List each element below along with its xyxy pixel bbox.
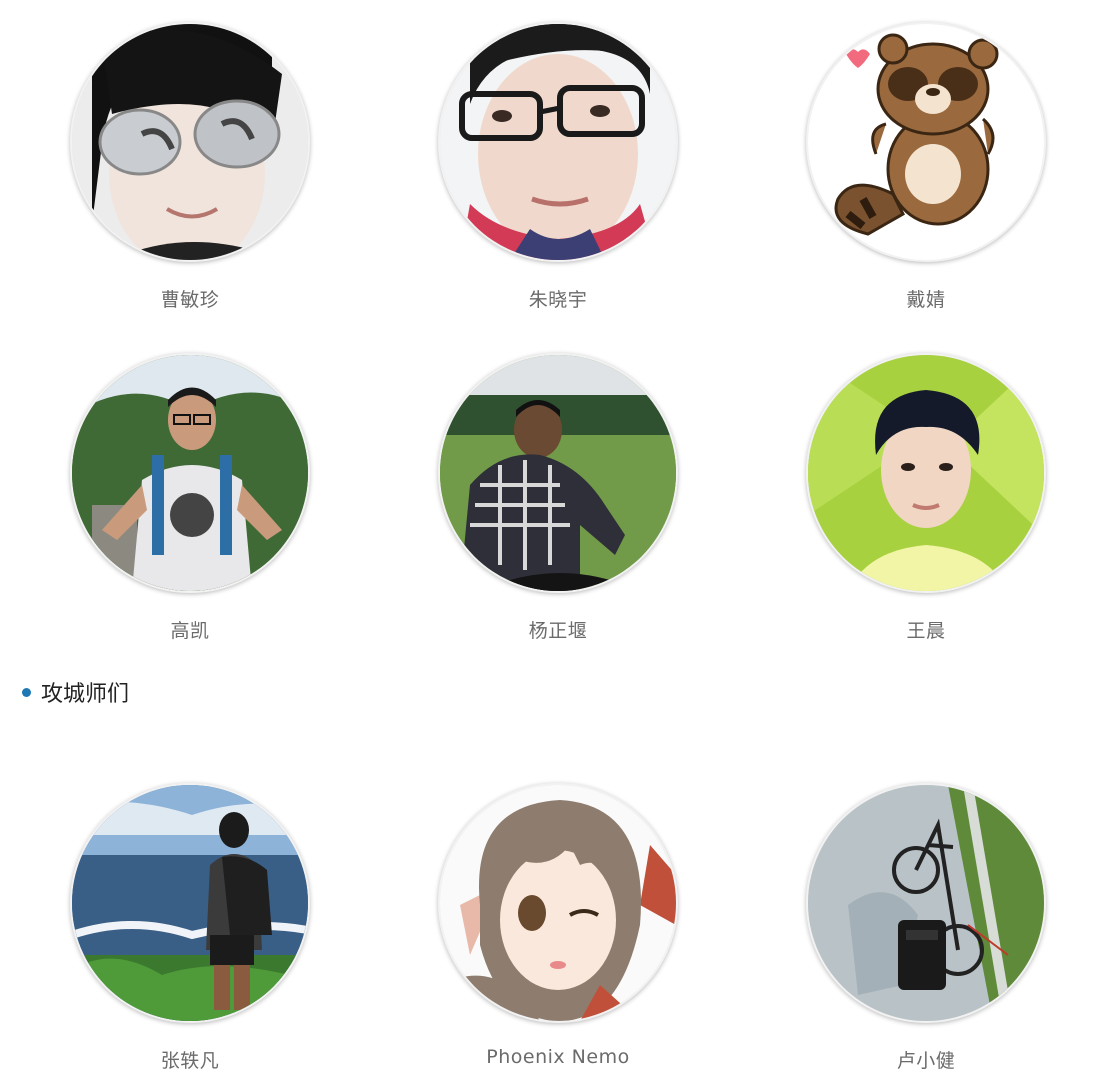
- avatar[interactable]: [70, 783, 310, 1023]
- member-name: 卢小健: [896, 1050, 956, 1072]
- member-card[interactable]: 杨正堰: [433, 353, 683, 643]
- avatar[interactable]: [806, 783, 1046, 1023]
- avatar[interactable]: [438, 353, 678, 593]
- boy-green-background-photo-icon: [808, 355, 1044, 591]
- boy-glasses-photo-icon: [440, 24, 676, 260]
- raccoon-cartoon-icon: [808, 24, 1044, 260]
- section-heading: 攻城师们: [22, 676, 129, 708]
- member-card[interactable]: 张轶凡: [65, 783, 315, 1073]
- member-card[interactable]: 卢小健: [801, 783, 1051, 1073]
- member-card[interactable]: Phoenix Nemo: [433, 783, 683, 1068]
- anime-girl-avatar-icon: [440, 785, 676, 1021]
- member-card[interactable]: 王晨: [801, 353, 1051, 643]
- member-card[interactable]: 曹敏珍: [65, 22, 315, 312]
- bicycle-road-photo-icon: [808, 785, 1044, 1021]
- member-name: 朱晓宇: [528, 289, 588, 311]
- bullet-icon: [22, 687, 31, 697]
- man-seaside-photo-icon: [72, 785, 308, 1021]
- member-card[interactable]: 高凯: [65, 353, 315, 643]
- avatar[interactable]: [438, 22, 678, 262]
- boy-grass-field-photo-icon: [440, 355, 676, 591]
- member-name: 高凯: [170, 620, 210, 642]
- member-name: 王晨: [906, 620, 946, 642]
- member-card[interactable]: 朱晓宇: [433, 22, 683, 312]
- avatar[interactable]: [806, 353, 1046, 593]
- avatar[interactable]: [806, 22, 1046, 262]
- member-name: 戴婧: [906, 289, 946, 311]
- avatar[interactable]: [70, 22, 310, 262]
- avatar[interactable]: [70, 353, 310, 593]
- avatar[interactable]: [438, 783, 678, 1023]
- boy-backpack-photo-icon: [72, 355, 308, 591]
- member-card[interactable]: 戴婧: [801, 22, 1051, 312]
- member-name: Phoenix Nemo: [486, 1046, 630, 1068]
- member-name: 张轶凡: [160, 1050, 220, 1072]
- member-name: 曹敏珍: [160, 289, 220, 311]
- section-title: 攻城师们: [41, 682, 130, 707]
- member-name: 杨正堰: [528, 620, 588, 642]
- girl-sunglasses-photo-icon: [72, 24, 308, 260]
